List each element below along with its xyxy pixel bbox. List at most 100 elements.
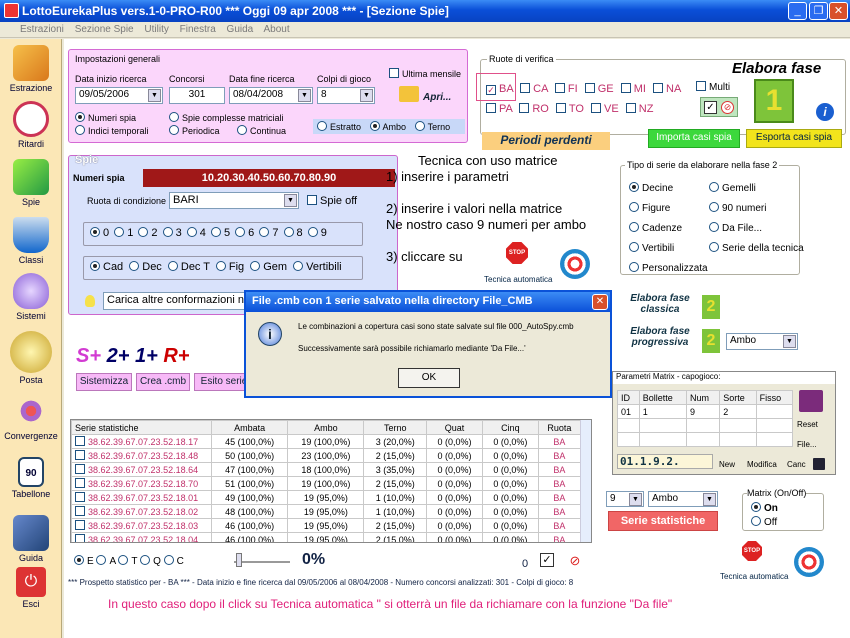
radio-digit-5[interactable]: 5 — [210, 227, 230, 239]
table-row[interactable]: 38.62.39.67.07.23.52.18.48 50 (100,0%) 23 … — [71, 448, 582, 463]
sidebar-item-convergenze[interactable]: Convergenze — [0, 393, 62, 441]
sidebar-item-esci[interactable]: ⏻ Esci — [0, 567, 62, 609]
ok-button[interactable]: OK — [398, 368, 460, 388]
row-checkbox[interactable] — [75, 520, 85, 530]
ruota-pa-checkbox[interactable]: PA — [486, 103, 512, 115]
colpi-select[interactable]: 8 ▼ — [317, 87, 375, 104]
ruota-fi-checkbox[interactable]: FI — [554, 83, 578, 95]
radio-c[interactable]: C — [163, 555, 184, 567]
table-row[interactable]: 38.62.39.67.07.23.52.18.04 46 (100,0%) 19 … — [71, 532, 582, 542]
radio-da-file[interactable]: Da File... — [709, 222, 762, 234]
sidebar-item-ritardi[interactable]: Ritardi — [0, 101, 62, 149]
menu-about[interactable]: About — [263, 24, 289, 35]
ruota-condizione-select[interactable]: BARI ▼ — [169, 192, 299, 209]
menu-guida[interactable]: Guida — [227, 24, 254, 35]
clear-icon[interactable]: ⊘ — [721, 101, 734, 114]
matrix-row[interactable]: 01 1 9 2 — [617, 404, 794, 419]
table-row[interactable]: 38.62.39.67.07.23.52.18.03 46 (100,0%) 19 … — [71, 518, 582, 533]
radio-gem[interactable]: Gem — [250, 261, 287, 273]
radio-digit-2[interactable]: 2 — [138, 227, 158, 239]
ruota-ge-checkbox[interactable]: GE — [584, 83, 614, 95]
radio-serie-tecnica[interactable]: Serie della tecnica — [709, 242, 804, 254]
table-row[interactable]: 38.62.39.67.07.23.52.18.70 51 (100,0%) 19 … — [71, 476, 582, 491]
chevron-down-icon[interactable]: ▼ — [148, 89, 161, 102]
data-fine-input[interactable]: 08/04/2008 ▼ — [229, 87, 313, 104]
row-checkbox[interactable] — [75, 450, 85, 460]
table-row[interactable]: 38.62.39.67.07.23.52.18.01 49 (100,0%) 19 … — [71, 490, 582, 505]
ruota-ve-checkbox[interactable]: VE — [591, 103, 619, 115]
apri-link[interactable]: Apri... — [423, 92, 451, 103]
radio-a[interactable]: A — [96, 555, 116, 567]
radio-ambo[interactable]: Ambo — [369, 121, 406, 132]
ruota-ro-checkbox[interactable]: RO — [519, 103, 549, 115]
matrix-new[interactable]: New — [719, 460, 735, 469]
minimize-button[interactable]: _ — [788, 2, 807, 20]
select-all-icon[interactable]: ✓ — [704, 101, 717, 114]
sidebar-item-classi[interactable]: Classi — [0, 217, 62, 265]
row-checkbox[interactable] — [75, 478, 85, 488]
sidebar-item-sistemi[interactable]: Sistemi — [0, 273, 62, 321]
radio-numeri-spia[interactable]: Numeri spia — [75, 112, 136, 123]
tecnica-automatica-label[interactable]: Tecnica automatica — [484, 275, 552, 284]
tecnica-automatica-label-bottom[interactable]: Tecnica automatica — [720, 572, 788, 581]
radio-vertibili[interactable]: Vertibili — [293, 261, 342, 273]
info-icon[interactable]: i — [816, 103, 834, 121]
matrix-canc[interactable]: Canc — [787, 460, 806, 469]
radio-digit-6[interactable]: 6 — [235, 227, 254, 239]
ultima-mensile-checkbox[interactable]: Ultima mensile — [389, 68, 461, 79]
sistemizza-button[interactable]: Sistemizza — [76, 373, 132, 391]
radio-digit-9[interactable]: 9 — [307, 227, 327, 239]
table-row[interactable]: 38.62.39.67.07.23.52.18.02 48 (100,0%) 19 … — [71, 504, 582, 519]
esporta-button[interactable]: Esporta casi spia — [746, 129, 842, 148]
cancel-icon[interactable]: ⊘ — [568, 553, 582, 568]
folder-icon[interactable] — [399, 86, 419, 102]
radio-vertibili-serie[interactable]: Vertibili — [629, 242, 674, 254]
ruota-mi-checkbox[interactable]: MI — [620, 83, 646, 95]
radio-dec-t[interactable]: Dec T — [167, 261, 210, 273]
radio-matrix-on[interactable]: On — [751, 502, 778, 514]
progress-slider[interactable] — [234, 561, 290, 563]
radio-estratto[interactable]: Estratto — [317, 121, 361, 132]
close-button[interactable]: ✕ — [829, 2, 848, 20]
radio-gemelli[interactable]: Gemelli — [709, 182, 756, 194]
crea-cmb-button[interactable]: Crea .cmb — [136, 373, 190, 391]
stop-icon[interactable]: STOP — [742, 541, 762, 561]
sidebar-item-guida[interactable]: Guida — [0, 515, 62, 563]
chevron-down-icon[interactable]: ▼ — [360, 89, 373, 102]
row-checkbox[interactable] — [75, 464, 85, 474]
radio-indici-temporali[interactable]: Indici temporali — [75, 125, 149, 136]
progress-slider-thumb[interactable] — [236, 553, 242, 567]
row-checkbox[interactable] — [75, 534, 85, 542]
matrix-modifica[interactable]: Modifica — [747, 460, 777, 469]
chevron-down-icon[interactable]: ▼ — [783, 335, 796, 348]
target-icon[interactable] — [794, 547, 824, 577]
matrix-table[interactable]: ID Bollette Num Sorte Fisso 01 1 9 2 — [617, 390, 794, 447]
progressiva-sorte-select[interactable]: Ambo ▼ — [726, 333, 798, 350]
ruota-ca-checkbox[interactable]: CA — [520, 83, 548, 95]
serie-statistiche-button[interactable]: Serie statistiche — [608, 511, 718, 531]
importa-button[interactable]: Importa casi spia — [648, 129, 740, 148]
sidebar-item-spie[interactable]: Spie — [0, 159, 62, 207]
chevron-down-icon[interactable]: ▼ — [703, 493, 716, 506]
sidebar-item-posta[interactable]: Posta — [0, 331, 62, 385]
radio-e[interactable]: E — [74, 555, 94, 567]
carica-conformazioni-field[interactable]: Carica altre conformazioni nu — [103, 292, 253, 310]
dialog-close-icon[interactable]: ✕ — [592, 294, 608, 310]
ruota-nz-checkbox[interactable]: NZ — [625, 103, 653, 115]
menu-finestra[interactable]: Finestra — [180, 24, 216, 35]
menu-sezione-spie[interactable]: Sezione Spie — [75, 24, 134, 35]
table-scrollbar[interactable] — [580, 420, 591, 542]
ruota-na-checkbox[interactable]: NA — [653, 83, 681, 95]
radio-digit-0[interactable]: 0 — [90, 227, 109, 239]
radio-digit-7[interactable]: 7 — [259, 227, 278, 239]
radio-digit-3[interactable]: 3 — [162, 227, 182, 239]
chevron-down-icon[interactable]: ▼ — [298, 89, 311, 102]
row-checkbox[interactable] — [75, 492, 85, 502]
radio-periodica[interactable]: Periodica — [169, 125, 220, 136]
radio-continua[interactable]: Continua — [237, 125, 286, 136]
elabora-classica-button[interactable]: 2 — [702, 295, 720, 319]
save-icon[interactable] — [813, 458, 825, 470]
radio-decine[interactable]: Decine — [629, 182, 673, 194]
concorsi-input[interactable]: 301 — [169, 87, 225, 104]
table-row[interactable]: 38.62.39.67.07.23.52.18.17 45 (100,0%) 19 … — [71, 434, 582, 449]
